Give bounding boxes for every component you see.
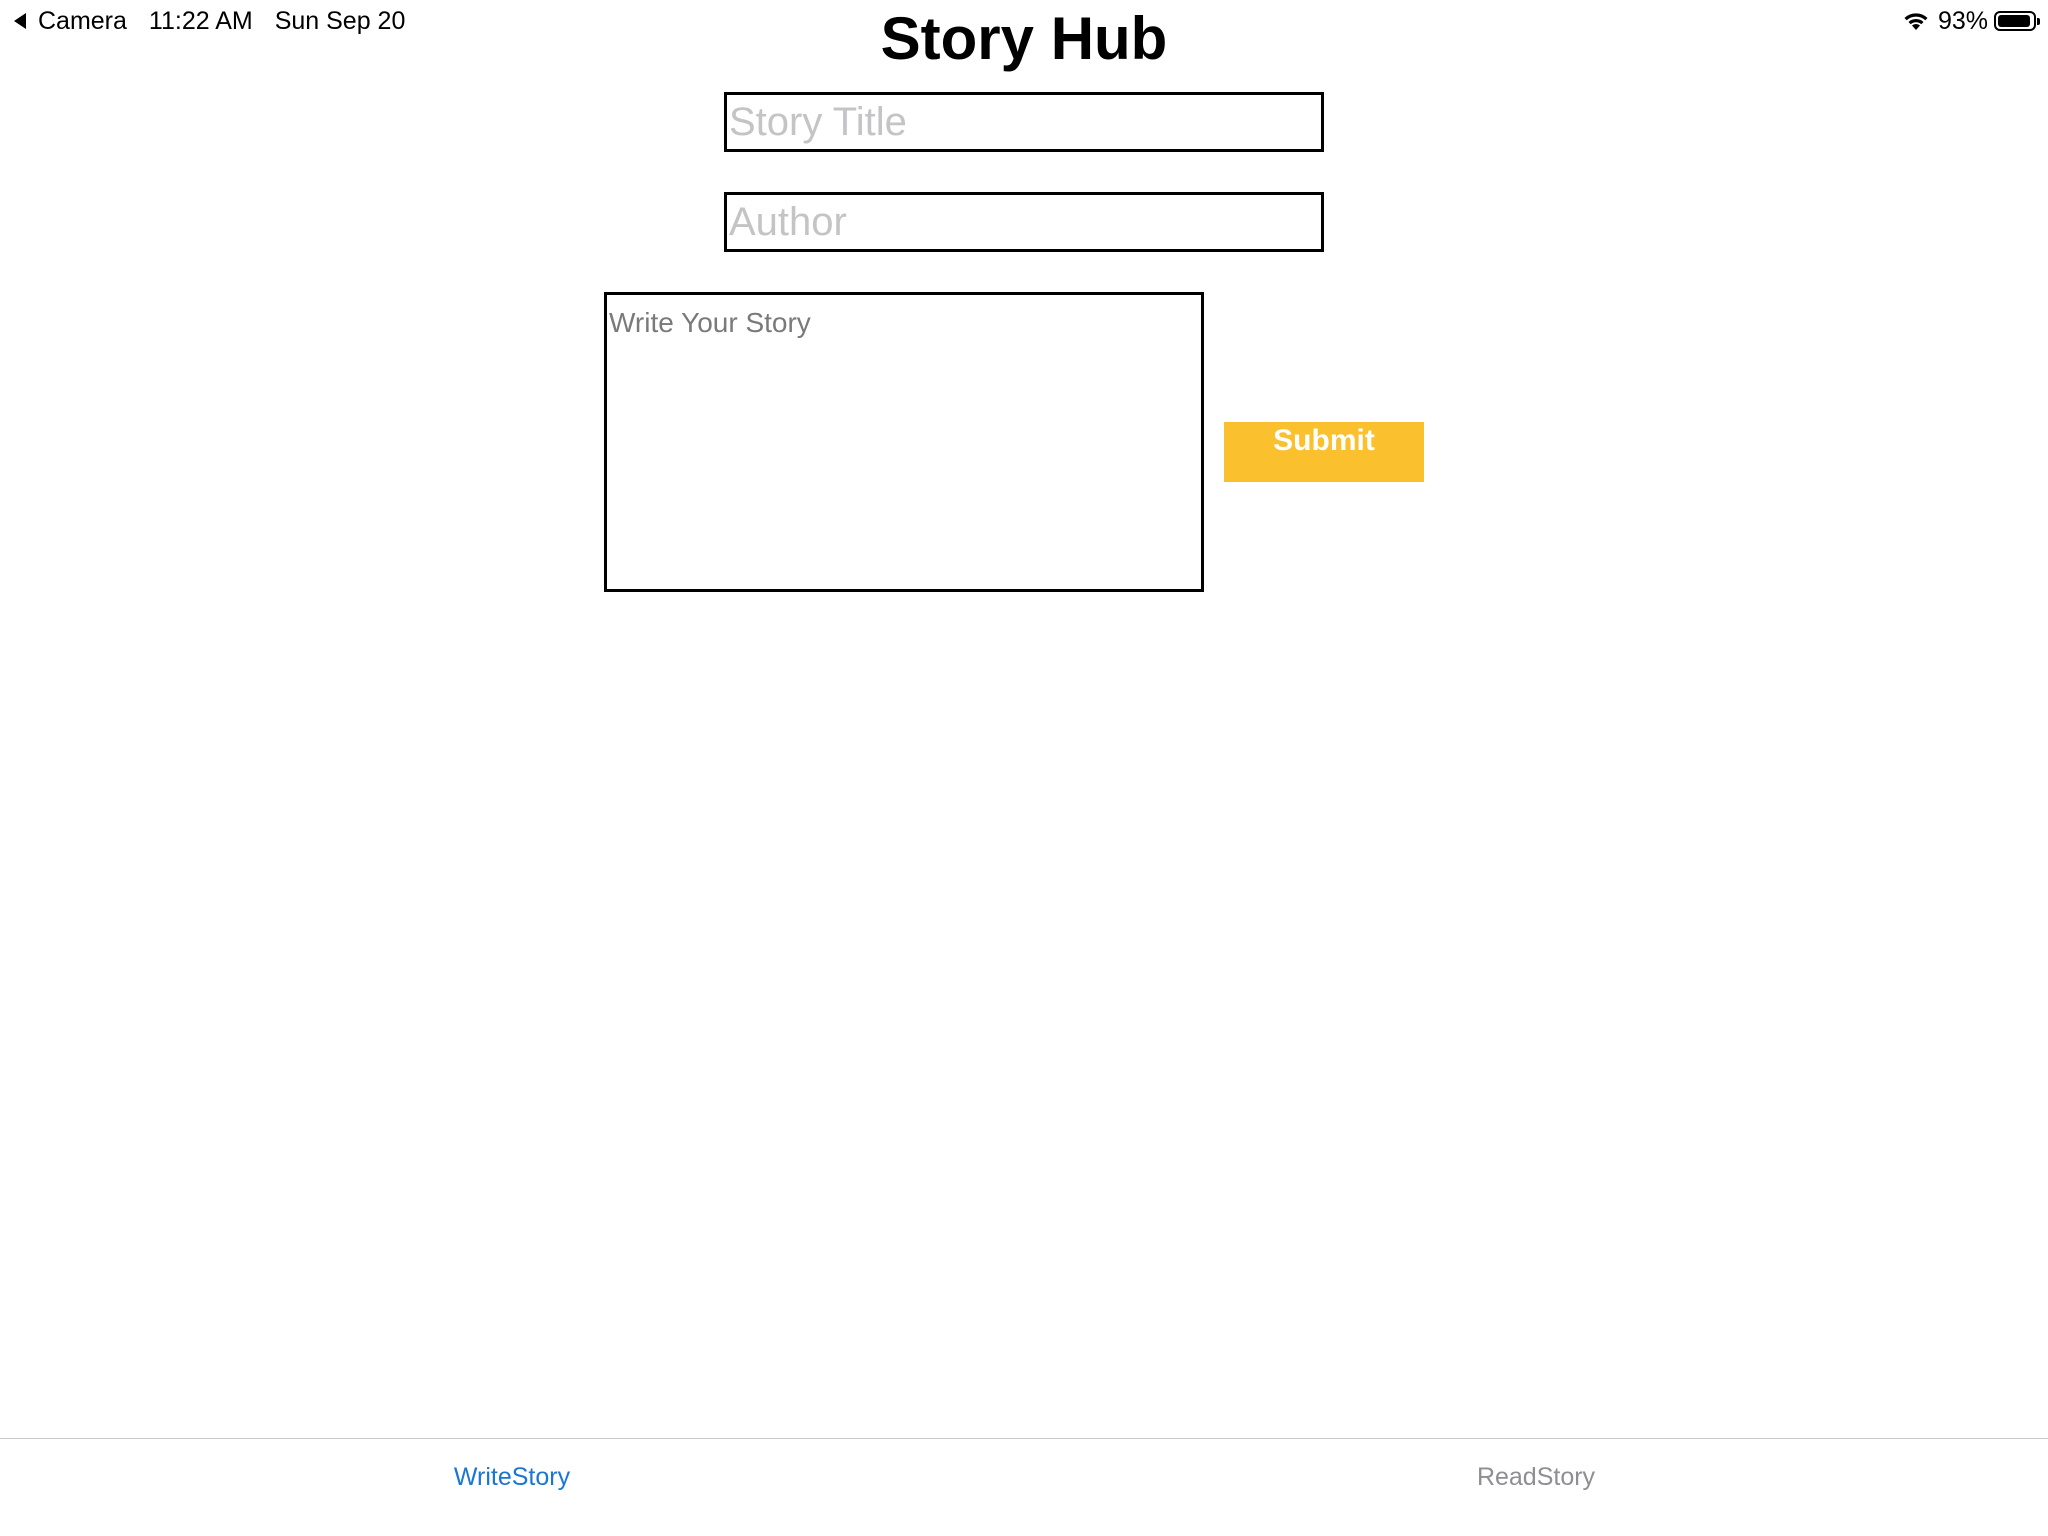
tab-read-story[interactable]: ReadStory [1024, 1439, 2048, 1536]
page-title: Story Hub [880, 5, 1168, 72]
author-input[interactable] [724, 192, 1324, 252]
story-textarea[interactable] [604, 292, 1204, 592]
tab-write-story[interactable]: WriteStory [0, 1439, 1024, 1536]
bottom-tab-bar: WriteStory ReadStory [0, 1438, 2048, 1536]
submit-button[interactable]: Submit [1224, 422, 1424, 482]
app-screen: Camera 11:22 AM Sun Sep 20 93% Story Hub… [0, 0, 2048, 1536]
story-title-input[interactable] [724, 92, 1324, 152]
